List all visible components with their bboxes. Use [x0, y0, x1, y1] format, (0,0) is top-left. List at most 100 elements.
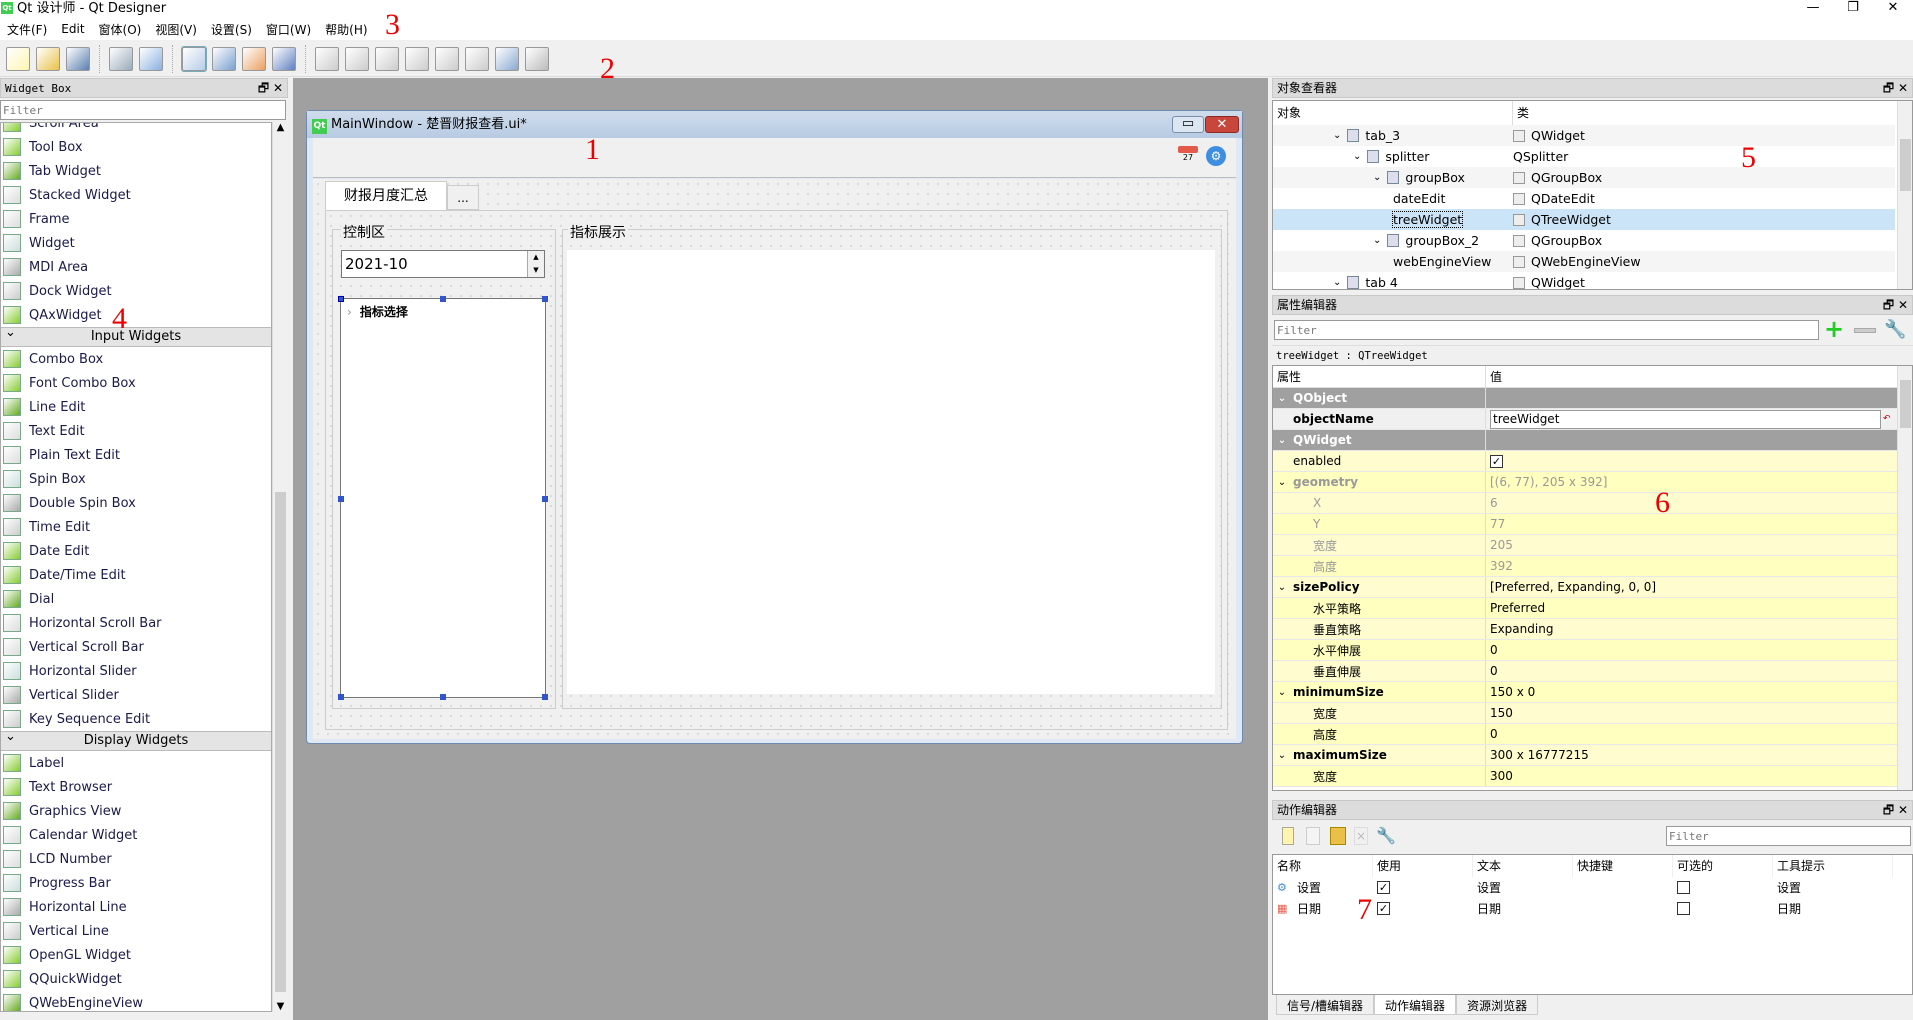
- configure-wrench-icon[interactable]: 🔧: [1376, 826, 1396, 845]
- widget-box-filter[interactable]: Filter: [0, 100, 286, 120]
- tree-widget[interactable]: › 指标选择: [338, 296, 548, 700]
- paste-action-icon[interactable]: [1330, 827, 1346, 845]
- chevron-down-icon[interactable]: ⌄: [1373, 172, 1381, 183]
- web-engine-view[interactable]: [567, 250, 1215, 694]
- widget-box-item[interactable]: Scroll Area: [1, 123, 271, 135]
- widget-box-item[interactable]: Line Edit: [1, 395, 271, 419]
- date-spin-buttons[interactable]: ▲ ▼: [527, 251, 544, 277]
- widget-box-item[interactable]: Dock Widget: [1, 279, 271, 303]
- column-header[interactable]: 工具提示: [1773, 855, 1893, 877]
- widget-box-item[interactable]: Vertical Scroll Bar: [1, 635, 271, 659]
- property-row[interactable]: 高度 392: [1273, 556, 1897, 577]
- chevron-down-icon[interactable]: ⌄: [1273, 477, 1291, 488]
- dock-float-close-icons[interactable]: 🗗 ✕: [1883, 296, 1908, 314]
- menu-item[interactable]: 帮助(H): [318, 21, 374, 38]
- menu-item[interactable]: 文件(F): [0, 21, 54, 38]
- delete-action-icon[interactable]: ×: [1354, 827, 1368, 845]
- used-checkbox[interactable]: ✓: [1377, 881, 1390, 894]
- menu-item[interactable]: 设置(S): [204, 21, 259, 38]
- save-icon[interactable]: [66, 46, 90, 71]
- widget-list-scrollbar[interactable]: ▲ ▼: [272, 122, 288, 1012]
- column-header[interactable]: 快捷键: [1573, 855, 1673, 877]
- property-table-scrollbar[interactable]: [1897, 366, 1912, 790]
- resize-handle[interactable]: [338, 496, 344, 502]
- layout-vertical-icon[interactable]: [345, 46, 369, 71]
- object-tree-row[interactable]: ⌄ groupBox_2 QGroupBox: [1273, 230, 1895, 251]
- layout-horizontal-icon[interactable]: [315, 46, 339, 71]
- checkable-checkbox[interactable]: [1677, 902, 1690, 915]
- resize-handle[interactable]: [542, 496, 548, 502]
- property-row[interactable]: ⌄ maximumSize 300 x 16777215: [1273, 745, 1897, 766]
- chevron-down-icon[interactable]: ⌄: [1333, 277, 1341, 288]
- object-tree-row[interactable]: ⌄ groupBox QGroupBox: [1273, 167, 1895, 188]
- break-layout-icon[interactable]: [495, 46, 519, 71]
- widget-box-item[interactable]: Tab Widget: [1, 159, 271, 183]
- property-row[interactable]: 垂直伸展 0: [1273, 661, 1897, 682]
- layout-form-icon[interactable]: [465, 46, 489, 71]
- object-tree-scrollbar[interactable]: [1897, 101, 1912, 289]
- resize-handle[interactable]: [440, 694, 446, 700]
- property-row[interactable]: 高度 0: [1273, 724, 1897, 745]
- widget-box-item[interactable]: Graphics View: [1, 799, 271, 823]
- object-tree-row[interactable]: ⌄ tab_3 QWidget: [1273, 125, 1895, 146]
- form-close-button[interactable]: ✕: [1205, 116, 1239, 133]
- chevron-down-icon[interactable]: ⌄: [1273, 750, 1291, 761]
- widget-box-item[interactable]: Key Sequence Edit: [1, 707, 271, 731]
- chevron-down-icon[interactable]: ⌄: [1353, 151, 1361, 162]
- checkable-checkbox[interactable]: [1677, 881, 1690, 894]
- dock-float-close-icons[interactable]: 🗗 ✕: [1883, 801, 1908, 819]
- chevron-down-icon[interactable]: ⌄: [1273, 435, 1291, 446]
- edit-buddies-icon[interactable]: [242, 46, 266, 71]
- chevron-down-icon[interactable]: ⌄: [1373, 235, 1381, 246]
- property-row[interactable]: 宽度 205: [1273, 535, 1897, 556]
- widget-box-item[interactable]: Date Edit: [1, 539, 271, 563]
- form-minimize-button[interactable]: ▭: [1172, 116, 1204, 133]
- chevron-down-icon[interactable]: ⌄: [1273, 687, 1291, 698]
- widget-box-item[interactable]: Spin Box: [1, 467, 271, 491]
- widget-box-item[interactable]: Horizontal Scroll Bar: [1, 611, 271, 635]
- column-header[interactable]: 可选的: [1673, 855, 1773, 877]
- widget-box-item[interactable]: Tool Box: [1, 135, 271, 159]
- widget-box-item[interactable]: MDI Area: [1, 255, 271, 279]
- widget-box-item[interactable]: Combo Box: [1, 347, 271, 371]
- widget-box-item[interactable]: Stacked Widget: [1, 183, 271, 207]
- object-name-input[interactable]: treeWidget: [1490, 409, 1881, 429]
- property-row[interactable]: ⌄ QWidget: [1273, 430, 1897, 451]
- configure-wrench-icon[interactable]: 🔧: [1884, 319, 1906, 340]
- property-row[interactable]: objectName treeWidget ↶: [1273, 409, 1897, 430]
- chevron-down-icon[interactable]: ⌄: [1273, 393, 1291, 404]
- tab-more[interactable]: ...: [447, 185, 479, 210]
- widget-box-item[interactable]: Plain Text Edit: [1, 443, 271, 467]
- property-row[interactable]: X6: [1273, 493, 1897, 514]
- layout-grid-icon[interactable]: [435, 46, 459, 71]
- column-header[interactable]: 文本: [1473, 855, 1573, 877]
- enabled-checkbox[interactable]: ✓: [1490, 454, 1503, 468]
- resize-handle[interactable]: [542, 694, 548, 700]
- form-window[interactable]: Qt MainWindow - 楚晋财报查看.ui* ▭ ✕ 27 ⚙ 财报月度汇…: [306, 110, 1243, 744]
- widget-box-item[interactable]: QWebEngineView: [1, 991, 271, 1011]
- widget-box-item[interactable]: Double Spin Box: [1, 491, 271, 515]
- widget-box-item[interactable]: Dial: [1, 587, 271, 611]
- property-row[interactable]: 宽度 150: [1273, 703, 1897, 724]
- edit-tab-order-icon[interactable]: [272, 46, 296, 71]
- used-checkbox[interactable]: ✓: [1377, 902, 1390, 915]
- tab-financial-summary[interactable]: 财报月度汇总: [325, 181, 447, 210]
- layout-h-splitter-icon[interactable]: [375, 46, 399, 71]
- dock-float-close-icons[interactable]: 🗗 ✕: [1883, 79, 1908, 97]
- menu-item[interactable]: 窗体(O): [92, 21, 149, 38]
- bottom-tab[interactable]: 资源浏览器: [1456, 995, 1539, 1015]
- new-action-icon[interactable]: [1282, 827, 1294, 845]
- edit-signals-slots-icon[interactable]: [212, 46, 236, 71]
- close-button[interactable]: ✕: [1873, 0, 1913, 17]
- add-dynamic-property-icon[interactable]: +: [1824, 315, 1844, 343]
- property-row[interactable]: ⌄ geometry [(6, 77), 205 x 392]: [1273, 472, 1897, 493]
- property-filter[interactable]: Filter: [1274, 320, 1819, 340]
- object-tree-row[interactable]: ⌄ tab 4 QWidget: [1273, 272, 1895, 293]
- dock-float-close-icons[interactable]: 🗗 ✕: [258, 79, 283, 97]
- settings-action-icon[interactable]: ⚙: [1206, 146, 1226, 166]
- calendar-action-icon[interactable]: 27: [1178, 146, 1198, 168]
- resize-handle[interactable]: [440, 296, 446, 302]
- open-folder-icon[interactable]: [36, 46, 60, 71]
- widget-box-item[interactable]: Time Edit: [1, 515, 271, 539]
- adjust-size-icon[interactable]: [525, 46, 549, 71]
